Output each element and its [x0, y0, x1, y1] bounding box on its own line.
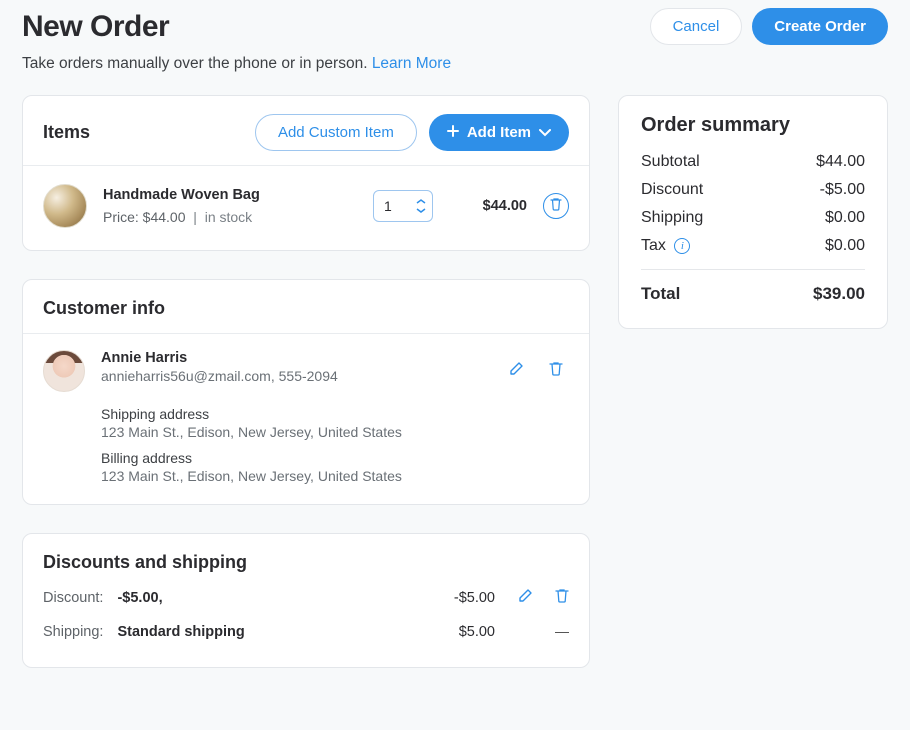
page-header: New Order Cancel Create Order [22, 8, 888, 45]
remove-shipping-button[interactable] [555, 623, 569, 641]
page-subtitle: Take orders manually over the phone or i… [22, 55, 888, 73]
subtitle-text: Take orders manually over the phone or i… [22, 55, 372, 72]
item-stock-label: in stock [205, 209, 252, 225]
customer-contact: annieharris56u@zmail.com, 555-2094 [101, 368, 491, 384]
summary-discount-label: Discount [641, 181, 703, 199]
item-name: Handmade Woven Bag [103, 187, 357, 203]
tax-info-button[interactable]: i [674, 238, 690, 254]
summary-shipping-value: $0.00 [825, 209, 865, 227]
summary-shipping-label: Shipping [641, 209, 703, 227]
learn-more-link[interactable]: Learn More [372, 55, 451, 72]
pencil-icon [517, 588, 533, 608]
pencil-icon [508, 361, 524, 382]
qty-down-icon[interactable] [416, 207, 426, 214]
customer-title: Customer info [43, 298, 165, 319]
trash-icon [549, 361, 563, 382]
header-actions: Cancel Create Order [650, 8, 888, 45]
edit-customer-button[interactable] [507, 362, 525, 380]
discount-value: -$5.00, [117, 590, 162, 606]
delete-customer-button[interactable] [547, 362, 565, 380]
customer-card: Customer info Annie Harris annieharris56… [22, 279, 590, 505]
trash-icon [550, 197, 562, 216]
billing-address-label: Billing address [101, 450, 569, 466]
quantity-stepper[interactable]: 1 [373, 190, 433, 222]
add-custom-item-button[interactable]: Add Custom Item [255, 114, 417, 151]
create-order-button[interactable]: Create Order [752, 8, 888, 45]
discount-amount: -$5.00 [415, 590, 495, 606]
edit-discount-button[interactable] [517, 589, 533, 607]
item-price-label: Price: $44.00 [103, 209, 186, 225]
subtotal-label: Subtotal [641, 153, 700, 171]
info-icon: i [681, 240, 684, 252]
items-card: Items Add Custom Item Add Item Handmade … [22, 95, 590, 251]
qty-up-icon[interactable] [416, 198, 426, 205]
trash-icon [555, 588, 569, 608]
add-item-label: Add Item [467, 124, 531, 141]
total-value: $39.00 [813, 284, 865, 304]
summary-divider [641, 269, 865, 270]
cancel-button[interactable]: Cancel [650, 8, 743, 45]
discount-label: Discount: [43, 590, 103, 606]
minus-icon [555, 632, 569, 633]
billing-address-value: 123 Main St., Edison, New Jersey, United… [101, 468, 569, 484]
order-summary-card: Order summary Subtotal $44.00 Discount -$5… [618, 95, 888, 329]
plus-icon [447, 124, 459, 141]
summary-discount-value: -$5.00 [820, 181, 865, 199]
delete-item-button[interactable] [543, 193, 569, 219]
discounts-title: Discounts and shipping [43, 552, 247, 573]
tax-value: $0.00 [825, 237, 865, 255]
chevron-down-icon [539, 124, 551, 141]
tax-label: Tax [641, 237, 666, 254]
shipping-amount: $5.00 [415, 624, 495, 640]
avatar [43, 350, 85, 392]
item-thumbnail [43, 184, 87, 228]
page-title: New Order [22, 10, 169, 44]
line-total: $44.00 [449, 198, 527, 214]
add-item-button[interactable]: Add Item [429, 114, 569, 151]
item-row: Handmade Woven Bag Price: $44.00 | in st… [23, 166, 589, 250]
shipping-label: Shipping: [43, 624, 103, 640]
delete-discount-button[interactable] [555, 589, 569, 607]
discounts-card: Discounts and shipping Discount: -$5.00,… [22, 533, 590, 668]
total-label: Total [641, 284, 680, 304]
shipping-value: Standard shipping [117, 624, 244, 640]
items-title: Items [43, 122, 90, 143]
shipping-address-label: Shipping address [101, 406, 569, 422]
summary-title: Order summary [641, 114, 865, 137]
customer-name: Annie Harris [101, 350, 491, 366]
quantity-value: 1 [384, 198, 392, 214]
subtotal-value: $44.00 [816, 153, 865, 171]
shipping-address-value: 123 Main St., Edison, New Jersey, United… [101, 424, 569, 440]
